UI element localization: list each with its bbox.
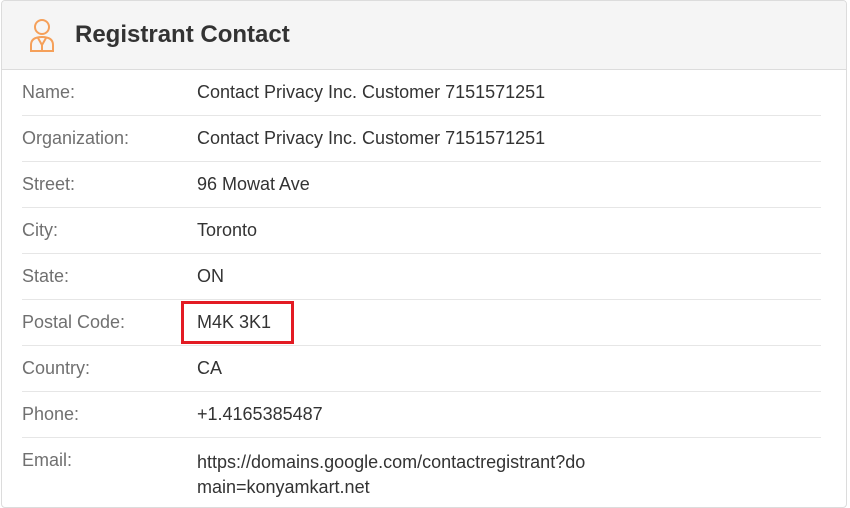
field-value: Contact Privacy Inc. Customer 7151571251 (197, 128, 546, 148)
card-title: Registrant Contact (75, 21, 290, 48)
field-row-country: Country: CA (22, 346, 821, 392)
field-value: +1.4165385487 (197, 404, 323, 424)
field-label: Phone: (22, 404, 80, 424)
field-row-email: Email: https://domains.google.com/contac… (22, 438, 821, 507)
field-row-organization: Organization: Contact Privacy Inc. Custo… (22, 116, 821, 162)
field-label: Email: (22, 450, 73, 470)
field-value: 96 Mowat Ave (197, 174, 310, 194)
field-value: Toronto (197, 220, 258, 240)
field-label: Postal Code: (22, 312, 126, 332)
field-value: Contact Privacy Inc. Customer 7151571251 (197, 82, 546, 102)
highlighted-postal-code: M4K 3K1 (181, 301, 295, 344)
field-row-phone: Phone: +1.4165385487 (22, 392, 821, 438)
field-row-street: Street: 96 Mowat Ave (22, 162, 821, 208)
registrant-contact-card: Registrant Contact Name: Contact Privacy… (1, 0, 847, 508)
field-row-state: State: ON (22, 254, 821, 300)
field-value: CA (197, 358, 223, 378)
user-contact-icon (30, 19, 54, 52)
field-label: City: (22, 220, 58, 240)
field-label: Name: (22, 82, 76, 102)
field-row-name: Name: Contact Privacy Inc. Customer 7151… (22, 70, 821, 116)
postal-code-highlight: M4K 3K1 (181, 301, 295, 344)
field-label: State: (22, 266, 70, 286)
card-header: Registrant Contact (2, 1, 846, 70)
field-label: Country: (22, 358, 91, 378)
field-value: ON (197, 266, 224, 286)
field-row-city: City: Toronto (22, 208, 821, 254)
field-label: Organization: (22, 128, 130, 148)
field-row-postal-code: Postal Code: M4K 3K1 (22, 300, 821, 346)
field-label: Street: (22, 174, 76, 194)
email-link[interactable]: https://domains.google.com/contactregist… (197, 450, 597, 500)
contact-fields: Name: Contact Privacy Inc. Customer 7151… (2, 70, 846, 507)
